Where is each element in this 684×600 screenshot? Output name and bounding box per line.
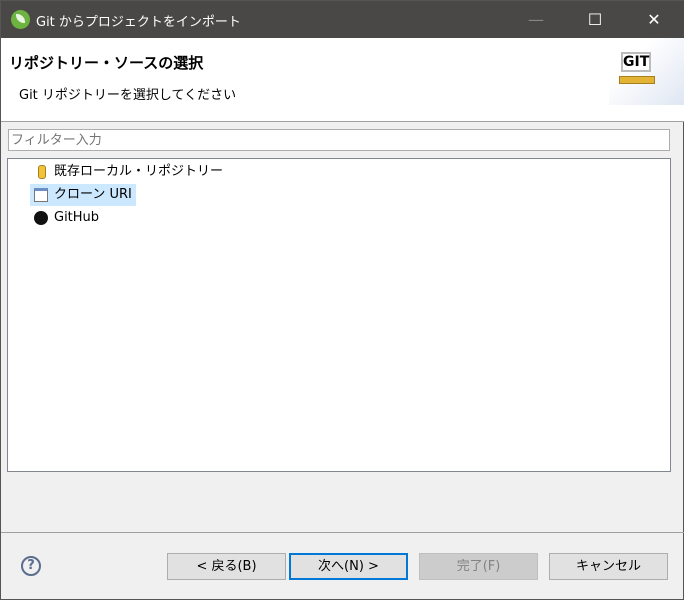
cancel-button[interactable]: キャンセル	[549, 553, 668, 580]
finish-button[interactable]: 完了(F)	[419, 553, 538, 580]
git-logo-text: GIT	[621, 52, 651, 72]
filter-input[interactable]	[8, 129, 670, 151]
pipe-graphic	[619, 76, 655, 84]
spring-app-icon	[11, 10, 30, 29]
help-icon[interactable]: ?	[21, 556, 41, 576]
tree-item-label: GitHub	[54, 210, 100, 225]
tree-item-label: クローン URI	[54, 187, 132, 202]
repository-source-tree[interactable]: 既存ローカル・リポジトリー クローン URI GitHub	[7, 158, 671, 472]
page-description: Git リポジトリーを選択してください	[19, 88, 237, 103]
git-logo-icon: GIT	[609, 38, 684, 105]
maximize-button[interactable]: ☐	[572, 1, 618, 38]
repository-icon	[38, 165, 46, 179]
tree-item-clone-uri[interactable]: クローン URI	[30, 184, 136, 206]
tree-item-github[interactable]: GitHub	[30, 207, 103, 229]
window-title: Git からプロジェクトをインポート	[36, 15, 241, 30]
tree-item-label: 既存ローカル・リポジトリー	[54, 164, 224, 179]
page-title: リポジトリー・ソースの選択	[9, 54, 204, 72]
footer-divider	[1, 532, 684, 533]
minimize-button[interactable]: —	[513, 1, 559, 38]
next-button[interactable]: 次へ(N) >	[289, 553, 408, 580]
clone-uri-icon	[34, 188, 48, 202]
close-button[interactable]: ✕	[631, 1, 677, 38]
github-icon	[34, 211, 48, 225]
tree-item-existing-local-repository[interactable]: 既存ローカル・リポジトリー	[30, 161, 227, 183]
wizard-header: リポジトリー・ソースの選択 Git リポジトリーを選択してください GIT	[1, 38, 684, 122]
title-bar: Git からプロジェクトをインポート — ☐ ✕	[1, 1, 684, 38]
back-button[interactable]: < 戻る(B)	[167, 553, 286, 580]
